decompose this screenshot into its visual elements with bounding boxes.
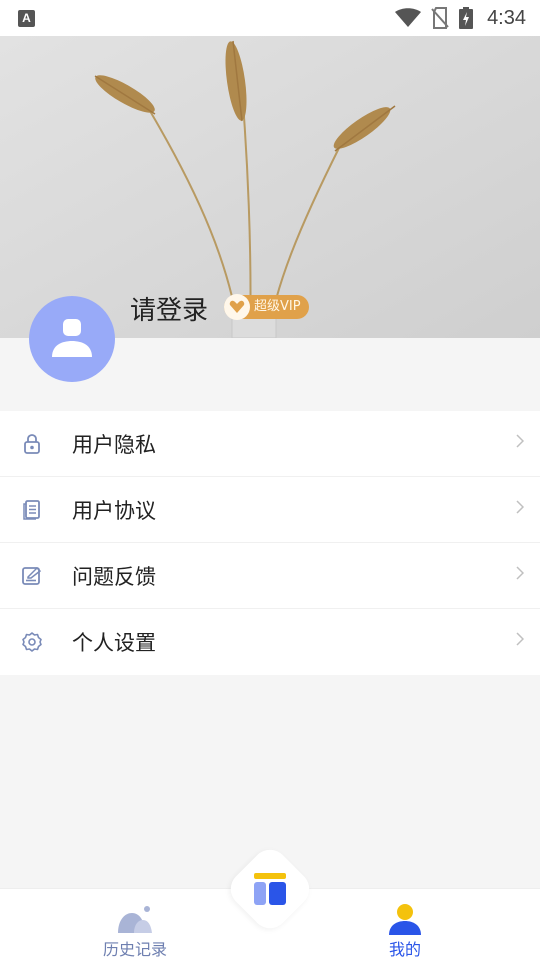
menu-item-privacy[interactable]: 用户隐私 [0,411,540,477]
battery-charging-icon [459,7,474,29]
user-icon [52,319,92,357]
app-notification-icon: A [18,9,35,27]
wifi-icon [395,8,422,27]
chevron-right-icon [516,632,524,646]
avatar[interactable] [29,296,115,382]
profile-header-image [0,36,540,338]
menu-item-label: 问题反馈 [72,564,156,589]
menu-item-label: 个人设置 [72,631,156,655]
vip-heart-icon [224,294,250,320]
nav-mine-label: 我的 [388,940,421,959]
profile-icon [389,904,421,935]
menu-item-feedback[interactable]: 问题反馈 [0,543,540,609]
history-icon [118,906,152,933]
feedback-icon [22,566,42,586]
lock-icon [22,433,42,454]
no-sim-icon [431,7,449,29]
chevron-right-icon [516,500,524,514]
chevron-right-icon [516,434,524,448]
nav-history-label: 历史记录 [102,940,167,959]
menu-item-label: 用户隐私 [72,432,156,457]
settings-menu: 用户隐私 用户协议 问题反馈 个人设置 [0,411,540,675]
nav-mine[interactable]: 我的 [345,889,465,960]
menu-item-settings[interactable]: 个人设置 [0,609,540,675]
dashboard-icon[interactable] [252,872,288,906]
chevron-right-icon [516,566,524,580]
vip-label: 超级VIP [254,299,301,314]
menu-item-label: 用户协议 [72,498,156,523]
wheat-illustration [0,36,540,338]
vip-badge[interactable]: 超级VIP [224,294,309,320]
document-icon [22,499,42,520]
clock: 4:34 [487,6,526,29]
menu-item-agreement[interactable]: 用户协议 [0,477,540,543]
login-prompt[interactable]: 请登录 [130,290,208,327]
status-bar: A 4:34 [0,0,540,36]
gear-icon [22,632,42,652]
nav-history[interactable]: 历史记录 [75,889,195,960]
